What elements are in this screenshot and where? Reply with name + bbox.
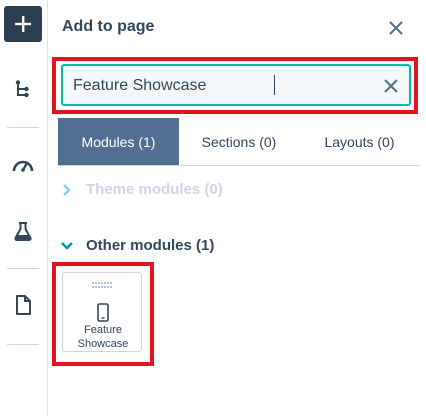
search-box[interactable] bbox=[61, 64, 411, 106]
page-settings-button[interactable] bbox=[8, 290, 38, 320]
chevron-right-icon bbox=[60, 183, 74, 197]
module-card[interactable]: Feature Showcase bbox=[62, 272, 142, 352]
panel-title: Add to page bbox=[62, 18, 155, 35]
text-caret bbox=[274, 75, 275, 95]
drag-handle-icon bbox=[92, 282, 112, 288]
rail-divider bbox=[7, 344, 39, 345]
rail-divider bbox=[7, 127, 39, 128]
search-input[interactable] bbox=[73, 74, 363, 98]
theme-modules-toggle[interactable]: Theme modules (0) bbox=[60, 181, 223, 198]
tab-bar: Modules (1) Sections (0) Layouts (0) bbox=[58, 118, 420, 166]
chevron-down-icon bbox=[60, 239, 74, 253]
clear-search-button[interactable] bbox=[383, 78, 399, 94]
rail-divider bbox=[7, 268, 39, 269]
test-button[interactable] bbox=[8, 216, 38, 246]
add-button[interactable] bbox=[4, 6, 42, 42]
document-icon bbox=[16, 295, 31, 315]
close-icon bbox=[389, 21, 403, 35]
left-rail bbox=[0, 0, 48, 416]
flask-icon bbox=[14, 222, 32, 241]
tree-structure-icon bbox=[15, 80, 29, 98]
theme-modules-label: Theme modules (0) bbox=[86, 181, 223, 198]
structure-button[interactable] bbox=[8, 74, 38, 104]
other-modules-toggle[interactable]: Other modules (1) bbox=[60, 237, 214, 254]
optimize-button[interactable] bbox=[8, 150, 38, 180]
clear-icon bbox=[384, 79, 398, 93]
tab-modules[interactable]: Modules (1) bbox=[58, 118, 179, 165]
mobile-phone-icon bbox=[97, 303, 109, 322]
tab-layouts[interactable]: Layouts (0) bbox=[299, 118, 420, 165]
speedometer-icon bbox=[12, 160, 34, 172]
plus-icon bbox=[15, 16, 31, 32]
module-card-label: Feature Showcase bbox=[77, 324, 129, 350]
tab-sections[interactable]: Sections (0) bbox=[179, 118, 299, 165]
close-button[interactable] bbox=[386, 18, 406, 38]
other-modules-label: Other modules (1) bbox=[86, 237, 215, 254]
